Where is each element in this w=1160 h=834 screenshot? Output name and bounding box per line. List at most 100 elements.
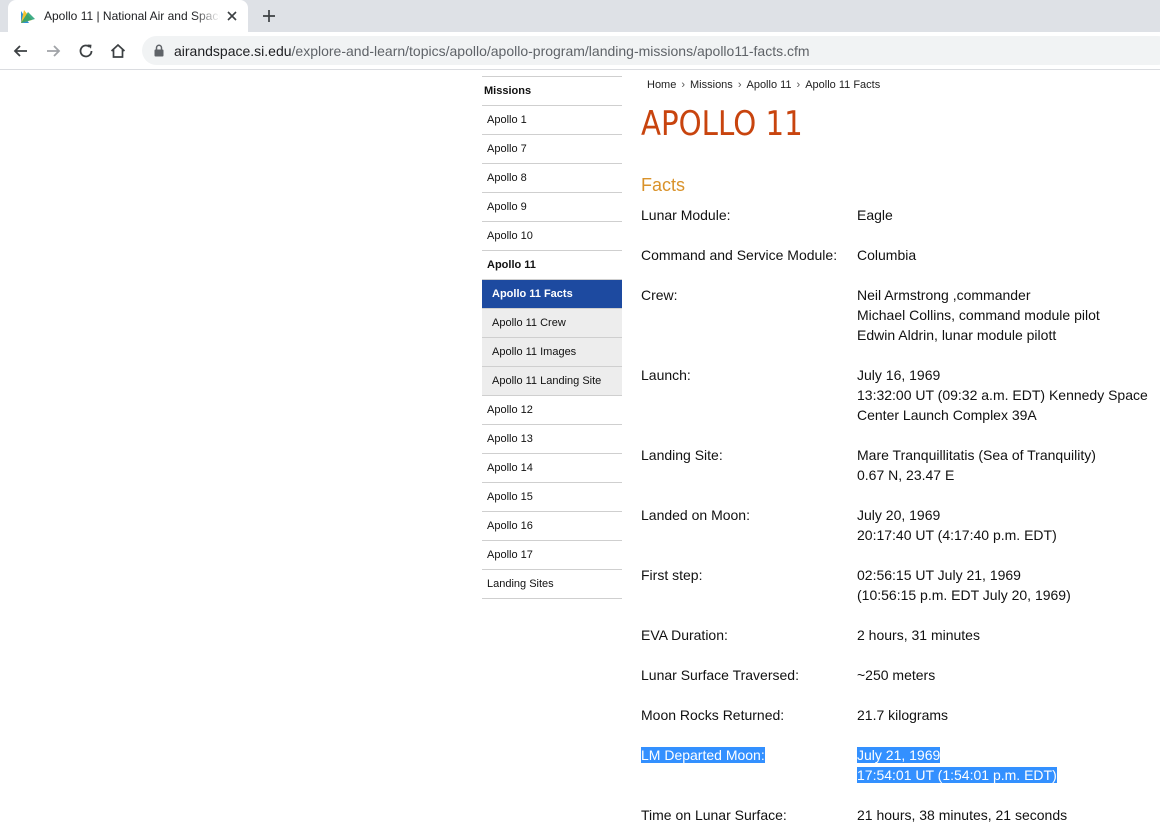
fact-value: July 21, 1969 17:54:01 UT (1:54:01 p.m. E… (857, 745, 1157, 785)
breadcrumb-link-apollo-11-facts[interactable]: Apollo 11 Facts (805, 79, 880, 91)
sidebar-item-apollo-17[interactable]: Apollo 17 (482, 541, 622, 570)
fact-label: Crew: (641, 285, 678, 305)
sidebar-item-apollo-1[interactable]: Apollo 1 (482, 106, 622, 135)
breadcrumb: Home › Missions › Apollo 11 › Apollo 11 Facts (647, 79, 880, 91)
fact-value: Eagle (857, 205, 1157, 225)
fact-value: Columbia (857, 245, 1157, 265)
breadcrumb-link-home[interactable]: Home (647, 79, 676, 91)
sidebar-item-apollo-11-crew[interactable]: Apollo 11 Crew (482, 309, 622, 338)
fact-value-line: ~250 meters (857, 665, 1157, 685)
url-path: /explore-and-learn/topics/apollo/apollo-… (291, 43, 810, 59)
fact-label-text: Time on Lunar Surface: (641, 807, 787, 823)
back-arrow-icon[interactable] (12, 42, 30, 60)
fact-label: First step: (641, 565, 702, 585)
fact-label: LM Departed Moon: (641, 745, 765, 765)
fact-value-text: July 20, 1969 (857, 507, 941, 523)
fact-value-line: Center Launch Complex 39A (857, 405, 1157, 425)
sidebar-item-landing-sites[interactable]: Landing Sites (482, 570, 622, 599)
fact-label: Moon Rocks Returned: (641, 705, 784, 725)
sidebar-item-apollo-11-landing-site[interactable]: Apollo 11 Landing Site (482, 367, 622, 396)
sidebar-item-apollo-7[interactable]: Apollo 7 (482, 135, 622, 164)
fact-value-line: Michael Collins, command module pilot (857, 305, 1157, 325)
reload-icon[interactable] (77, 42, 95, 60)
forward-arrow-icon[interactable] (44, 42, 62, 60)
fact-value-text: 2 hours, 31 minutes (857, 627, 980, 643)
fact-label-text: First step: (641, 567, 703, 583)
fact-value-text: Columbia (857, 247, 917, 263)
fact-value-line: July 20, 1969 (857, 505, 1157, 525)
breadcrumb-link-missions[interactable]: Missions (690, 79, 733, 91)
sidebar-item-apollo-15[interactable]: Apollo 15 (482, 483, 622, 512)
fact-value-text: 0.67 N, 23.47 E (857, 467, 955, 483)
page-title: APOLLO 11 (641, 104, 803, 144)
fact-value-text: July 21, 1969 (857, 747, 941, 763)
new-tab-icon[interactable] (261, 8, 277, 24)
fact-value: 21 hours, 38 minutes, 21 seconds (857, 805, 1157, 825)
fact-value: ~250 meters (857, 665, 1157, 685)
breadcrumb-chevron-icon: › (796, 79, 801, 91)
fact-value-text: 13:32:00 UT (09:32 a.m. EDT) Kennedy Spa… (857, 387, 1148, 403)
breadcrumb-link-apollo-11[interactable]: Apollo 11 (746, 79, 791, 91)
fact-label-text: Command and Service Module: (641, 247, 838, 263)
fact-value-text: Neil Armstrong ,commander (857, 287, 1031, 303)
fact-label-text: Crew: (641, 287, 678, 303)
sidebar-item-apollo-11-facts[interactable]: Apollo 11 Facts (482, 280, 622, 309)
fact-value-line: Eagle (857, 205, 1157, 225)
fact-value-text: Center Launch Complex 39A (857, 407, 1037, 423)
nasm-favicon-icon (21, 10, 35, 23)
fact-label-text: LM Departed Moon: (641, 747, 765, 763)
fact-label-text: Landed on Moon: (641, 507, 750, 523)
sidebar-item-apollo-16[interactable]: Apollo 16 (482, 512, 622, 541)
sidebar-item-apollo-12[interactable]: Apollo 12 (482, 396, 622, 425)
fact-label-text: Landing Site: (641, 447, 723, 463)
fact-label: Lunar Surface Traversed: (641, 665, 799, 685)
fact-value-line: 20:17:40 UT (4:17:40 p.m. EDT) (857, 525, 1157, 545)
breadcrumb-chevron-icon: › (737, 79, 742, 91)
fact-value-text: 02:56:15 UT July 21, 1969 (857, 567, 1021, 583)
browser-tab[interactable]: Apollo 11 | National Air and Space Museu… (8, 0, 248, 32)
fact-label-text: Launch: (641, 367, 691, 383)
fact-value-line: Edwin Aldrin, lunar module pilott (857, 325, 1157, 345)
fact-label: Lunar Module: (641, 205, 731, 225)
fact-value-line: July 16, 1969 (857, 365, 1157, 385)
fact-value-text: Michael Collins, command module pilot (857, 307, 1100, 323)
address-bar[interactable]: airandspace.si.edu/explore-and-learn/top… (142, 36, 1160, 65)
sidebar-item-apollo-8[interactable]: Apollo 8 (482, 164, 622, 193)
fact-value-line: 2 hours, 31 minutes (857, 625, 1157, 645)
fact-label-text: Lunar Module: (641, 207, 731, 223)
fact-label: Command and Service Module: (641, 245, 837, 265)
sidebar-item-apollo-14[interactable]: Apollo 14 (482, 454, 622, 483)
fact-value: July 20, 1969 20:17:40 UT (4:17:40 p.m. E… (857, 505, 1157, 545)
fact-value-line: 21.7 kilograms (857, 705, 1157, 725)
fact-value-text: July 16, 1969 (857, 367, 941, 383)
fact-value-line: July 21, 1969 (857, 745, 1157, 765)
fact-value-line: 02:56:15 UT July 21, 1969 (857, 565, 1157, 585)
fact-label-text: Lunar Surface Traversed: (641, 667, 799, 683)
fact-value: 21.7 kilograms (857, 705, 1157, 725)
sidebar-item-apollo-11[interactable]: Apollo 11 (482, 251, 622, 280)
fact-value-line: (10:56:15 p.m. EDT July 20, 1969) (857, 585, 1157, 605)
sidebar-item-apollo-11-images[interactable]: Apollo 11 Images (482, 338, 622, 367)
home-icon[interactable] (109, 42, 127, 60)
lock-icon[interactable] (153, 44, 165, 57)
url-text[interactable]: airandspace.si.edu/explore-and-learn/top… (174, 43, 810, 59)
fact-value-text: 17:54:01 UT (1:54:01 p.m. EDT) (857, 767, 1057, 783)
fact-label-text: EVA Duration: (641, 627, 728, 643)
fact-value-text: 20:17:40 UT (4:17:40 p.m. EDT) (857, 527, 1057, 543)
sidebar-heading: Missions (482, 77, 622, 106)
fact-value-text: 21 hours, 38 minutes, 21 seconds (857, 807, 1068, 823)
fact-value-line: Columbia (857, 245, 1157, 265)
breadcrumb-chevron-icon: › (681, 79, 686, 91)
fact-label: EVA Duration: (641, 625, 728, 645)
fact-value-line: 21 hours, 38 minutes, 21 seconds (857, 805, 1157, 825)
sidebar-item-apollo-9[interactable]: Apollo 9 (482, 193, 622, 222)
fact-label: Launch: (641, 365, 691, 385)
sidebar-item-apollo-10[interactable]: Apollo 10 (482, 222, 622, 251)
fact-value: Mare Tranquillitatis (Sea of Tranquility… (857, 445, 1157, 485)
close-tab-icon[interactable] (225, 9, 239, 23)
fact-value-line: Mare Tranquillitatis (Sea of Tranquility… (857, 445, 1157, 465)
fact-value: 2 hours, 31 minutes (857, 625, 1157, 645)
sidebar-item-apollo-13[interactable]: Apollo 13 (482, 425, 622, 454)
fact-label: Landed on Moon: (641, 505, 750, 525)
fact-value-line: Neil Armstrong ,commander (857, 285, 1157, 305)
